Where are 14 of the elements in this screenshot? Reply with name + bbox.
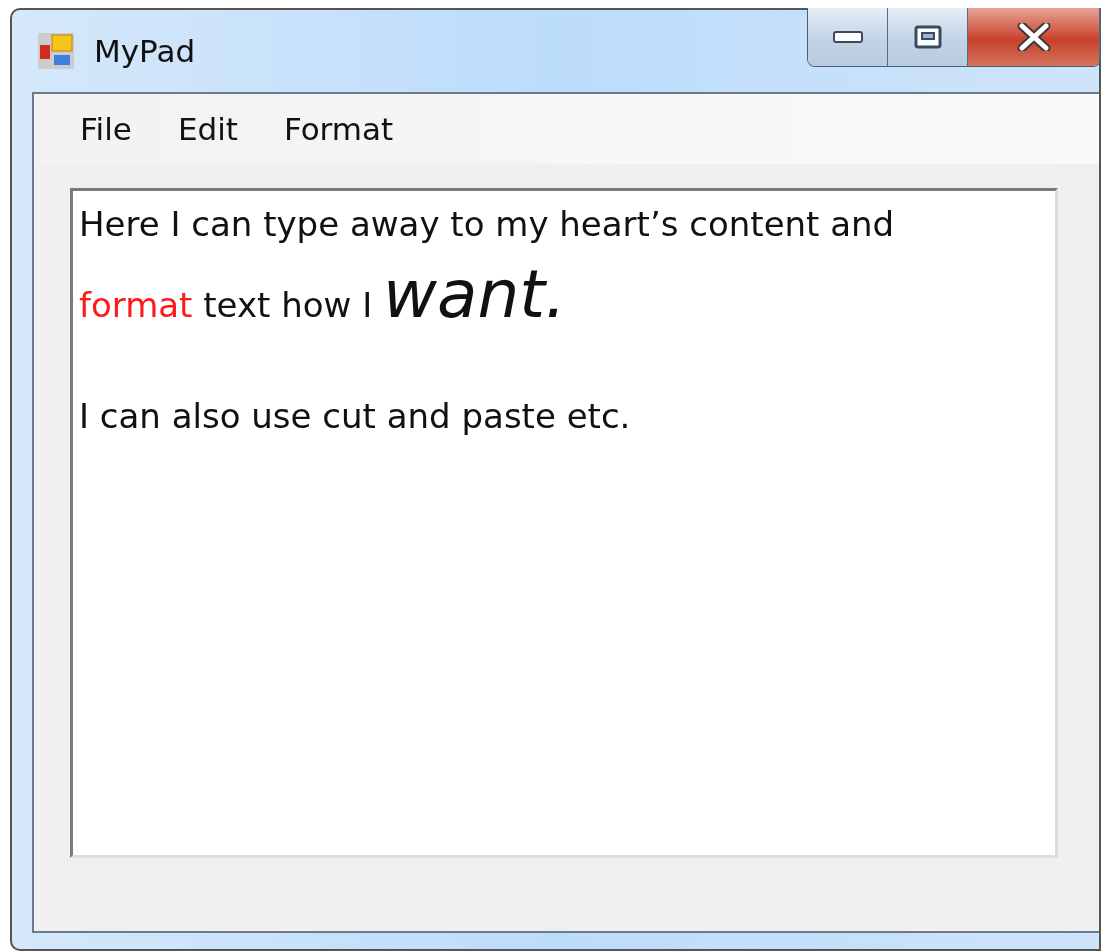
maximize-button[interactable] [888, 8, 968, 66]
close-icon [1016, 23, 1051, 51]
minimize-button[interactable] [808, 8, 888, 66]
paragraph: Here I can type away to my heart’s content and format text how I want. [79, 203, 896, 335]
window-title: MyPad [94, 33, 196, 69]
menu-item[interactable]: Edit [163, 107, 252, 151]
rich-text-box[interactable]: Here I can type away to my heart’s content and format text how I want. I can also use cut and paste etc. [70, 188, 1058, 858]
restore-icon [913, 25, 942, 49]
close-button[interactable] [968, 8, 1100, 66]
menu-item[interactable]: File [66, 107, 146, 151]
paragraph: I can also use cut and paste etc. [79, 395, 632, 438]
app-icon [38, 33, 74, 69]
minimize-icon [832, 31, 863, 43]
menu-item[interactable]: Format [269, 107, 408, 151]
